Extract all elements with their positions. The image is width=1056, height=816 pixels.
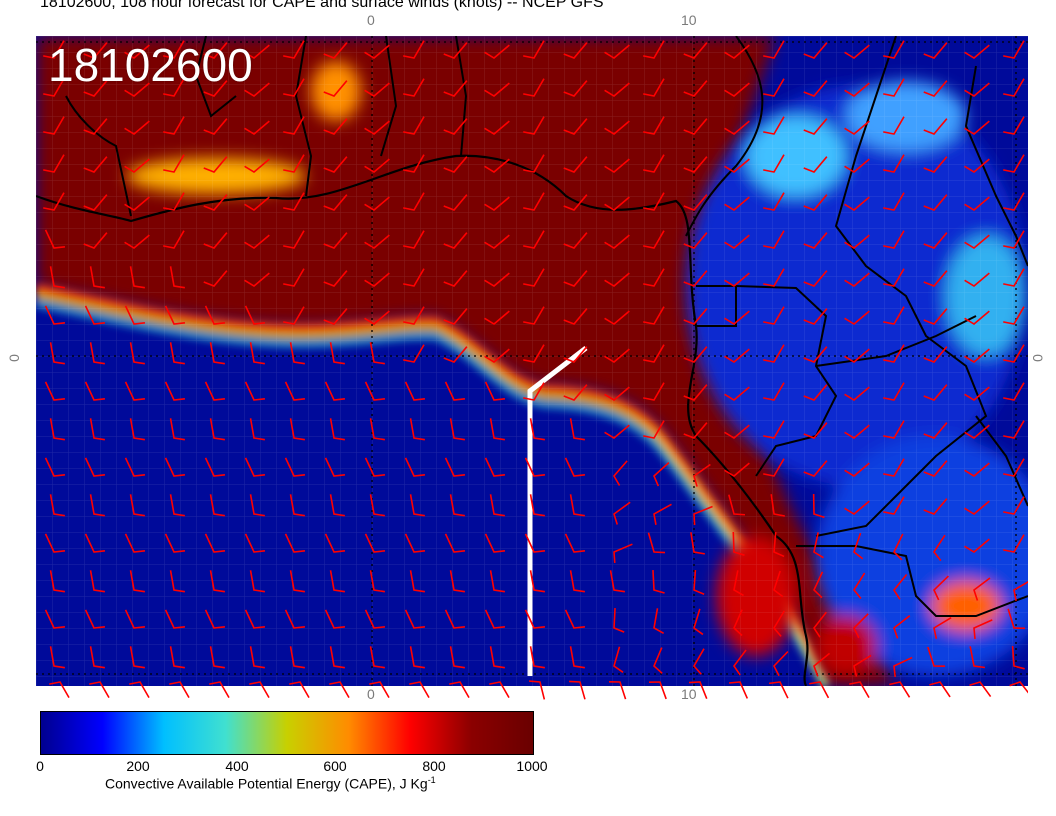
colorbar-label-0: 0	[36, 758, 44, 774]
wind-barb	[768, 681, 789, 699]
colorbar-label-200: 200	[126, 758, 150, 774]
wind-barb	[969, 681, 992, 698]
colorbar	[40, 711, 534, 755]
wind-barb	[489, 681, 510, 698]
cape-map	[36, 36, 1028, 686]
left-lat-tick-0: 0	[5, 354, 22, 362]
wind-barb	[849, 681, 870, 698]
top-lon-tick-0: 0	[367, 12, 375, 28]
colorbar-title: Convective Available Potential Energy (C…	[105, 775, 436, 792]
figure-title: 18102600, 108 hour forecast for CAPE and…	[40, 0, 604, 11]
colorbar-unit-exponent: -1	[427, 775, 436, 785]
wind-barb	[249, 681, 270, 698]
wind-barb	[449, 681, 470, 698]
wind-barb	[1009, 681, 1028, 694]
wind-barb	[528, 680, 546, 700]
wind-barb	[409, 681, 430, 698]
forecast-stamp: 18102600	[48, 39, 253, 91]
wind-barb	[369, 681, 390, 698]
wind-barb	[209, 681, 230, 698]
wind-barb	[568, 680, 586, 700]
wind-barb	[608, 681, 627, 700]
wind-barb	[809, 681, 830, 699]
wind-barb	[728, 681, 749, 699]
colorbar-label-1000: 1000	[516, 758, 548, 774]
wind-barb	[929, 681, 951, 698]
colorbar-title-text: Convective Available Potential Energy (C…	[105, 775, 428, 792]
wind-barb	[648, 681, 667, 700]
top-lon-tick-10: 10	[681, 12, 697, 28]
wind-barb	[329, 681, 350, 698]
colorbar-label-800: 800	[422, 758, 446, 774]
colorbar-label-400: 400	[225, 758, 249, 774]
wind-barb	[889, 681, 911, 698]
wind-barb	[89, 681, 110, 698]
colorbar-label-600: 600	[323, 758, 347, 774]
wind-barb	[129, 681, 150, 698]
wind-barb	[49, 681, 70, 698]
right-lat-tick-0: 0	[1029, 354, 1046, 362]
wind-barb	[688, 681, 708, 699]
wind-barb	[169, 681, 190, 698]
wind-barb	[289, 681, 310, 698]
cape-map-canvas	[36, 36, 1028, 686]
wind-barbs-below	[49, 680, 1028, 700]
